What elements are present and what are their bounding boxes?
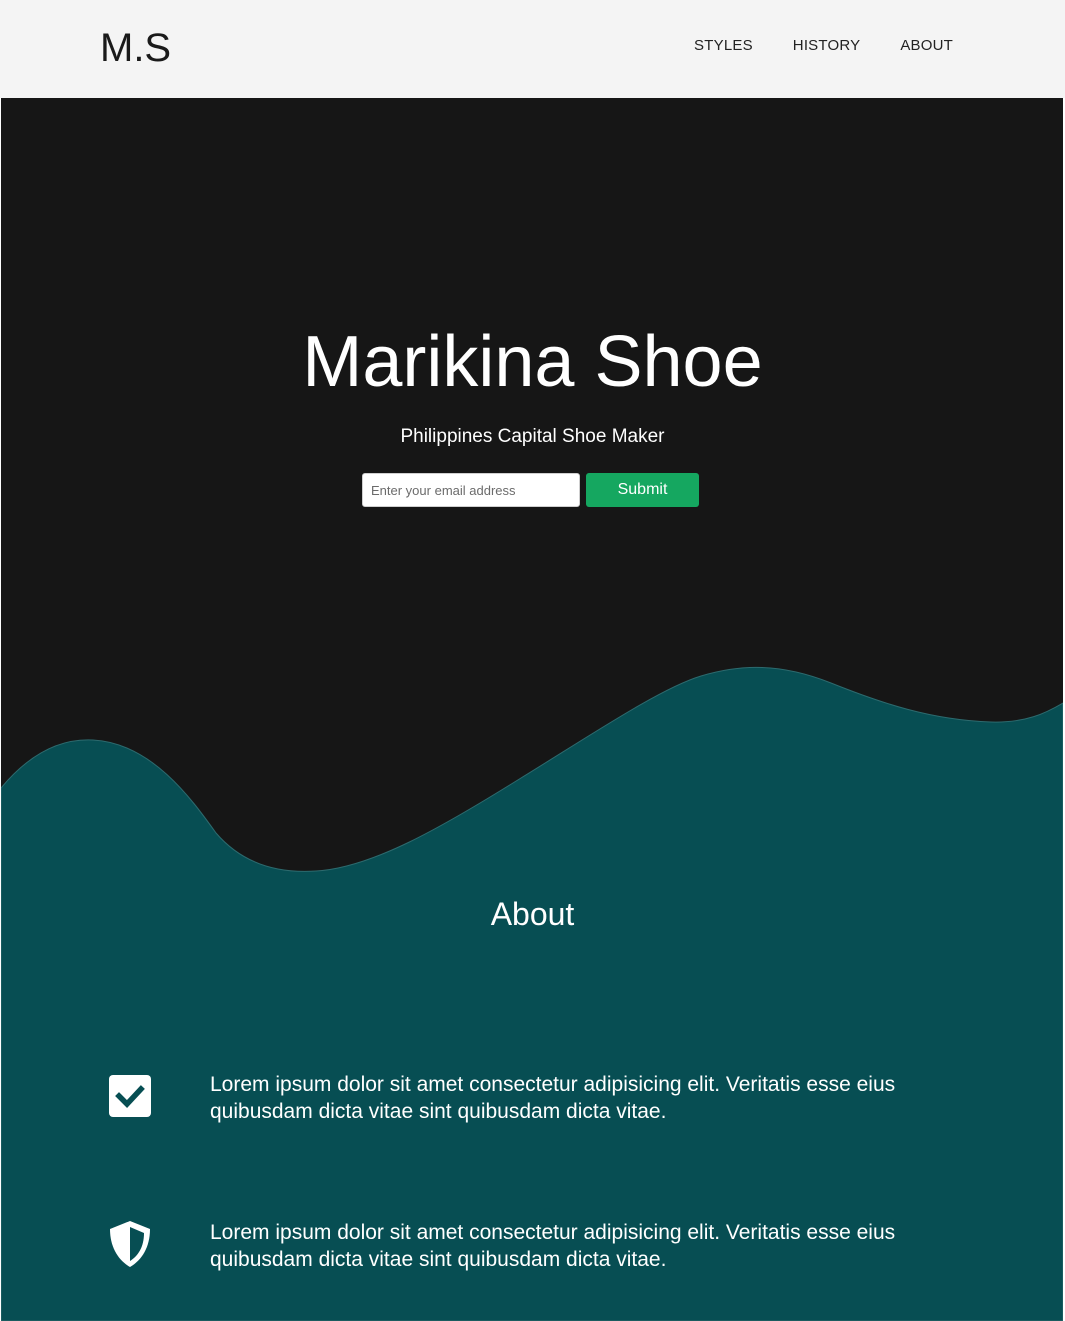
hero-title: Marikina Shoe xyxy=(302,322,763,402)
feature-text: Lorem ipsum dolor sit amet consectetur a… xyxy=(210,1221,896,1271)
site-header: M.S STYLES HISTORY ABOUT xyxy=(0,0,1065,98)
about-title: About xyxy=(490,896,575,932)
page: M.S STYLES HISTORY ABOUT Marikina Shoe P… xyxy=(0,0,1065,1321)
submit-button[interactable]: Submit xyxy=(586,473,699,507)
nav-link-history[interactable]: HISTORY xyxy=(793,37,861,55)
email-input[interactable] xyxy=(362,473,580,507)
site-logo[interactable]: M.S xyxy=(100,26,171,70)
nav-link-styles[interactable]: STYLES xyxy=(694,37,753,55)
wave-divider xyxy=(1,666,1063,1321)
check-square-icon xyxy=(109,1075,151,1117)
hero-subtitle: Philippines Capital Shoe Maker xyxy=(400,426,665,447)
shield-icon xyxy=(110,1221,150,1267)
feature-text: Lorem ipsum dolor sit amet consectetur a… xyxy=(210,1073,896,1123)
main-nav: STYLES HISTORY ABOUT xyxy=(694,37,953,55)
nav-link-about[interactable]: ABOUT xyxy=(900,37,953,55)
email-signup-form: Submit xyxy=(362,473,699,507)
